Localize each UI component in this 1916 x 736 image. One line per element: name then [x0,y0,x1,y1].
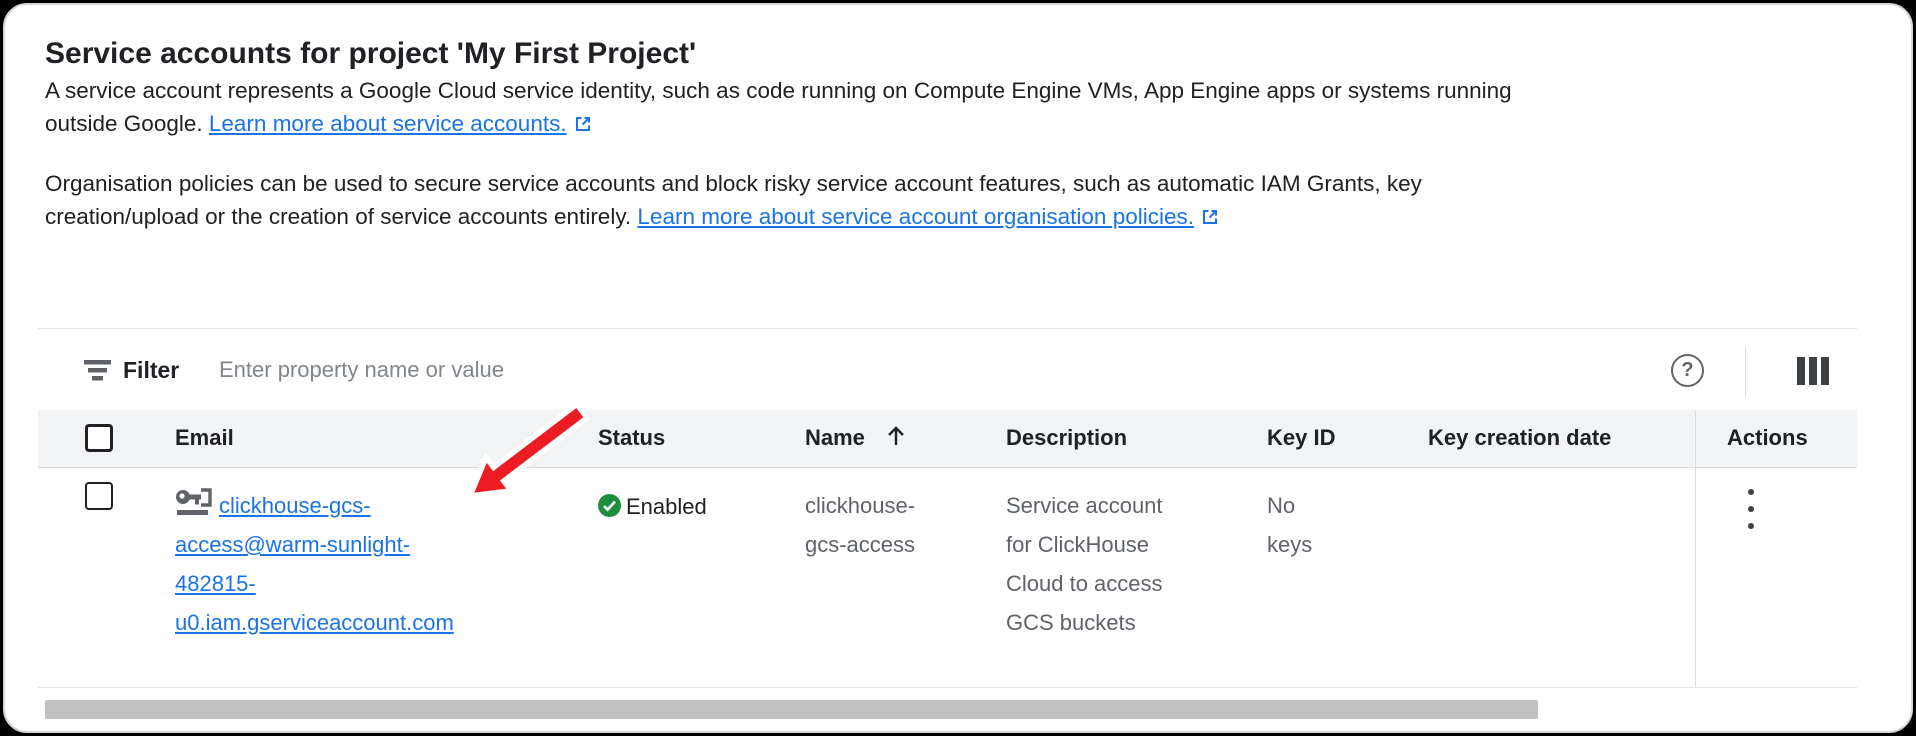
external-link-icon [1201,202,1219,235]
filter-label: Filter [123,357,179,384]
service-accounts-page: Service accounts for project 'My First P… [0,0,1916,736]
column-header-key-creation-date[interactable]: Key creation date [1428,425,1611,451]
email-line: u0.iam.gserviceaccount.com [175,603,454,642]
intro-paragraph: A service account represents a Google Cl… [45,74,1512,142]
column-header-description[interactable]: Description [1006,425,1127,451]
column-display-options-icon[interactable] [1797,357,1829,385]
column-header-status[interactable]: Status [598,425,665,451]
email-line: clickhouse-gcs- [175,486,454,525]
filter-input[interactable] [217,351,1317,389]
filter-icon [83,359,113,386]
email-line: 482815- [175,564,454,603]
row-checkbox[interactable] [85,482,113,510]
help-glyph: ? [1681,359,1693,382]
table-top-border [38,328,1857,329]
column-header-name[interactable]: Name [805,425,865,451]
org-policy-line-2: creation/upload or the creation of servi… [45,200,1422,235]
email-line: access@warm-sunlight- [175,525,454,564]
horizontal-scrollbar-thumb[interactable] [45,700,1538,719]
select-all-checkbox[interactable] [85,424,113,452]
service-account-email-link[interactable]: clickhouse-gcs- access@warm-sunlight- 48… [175,486,454,642]
column-header-actions: Actions [1727,425,1808,451]
row-actions-kebab-icon[interactable] [1742,487,1760,531]
description-cell: Service account for ClickHouse Cloud to … [1006,486,1163,642]
intro-line-1: A service account represents a Google Cl… [45,74,1512,107]
org-policy-paragraph: Organisation policies can be used to sec… [45,167,1422,235]
status-value: Enabled [626,494,707,520]
status-enabled-check-icon [597,493,622,523]
learn-more-service-accounts-link[interactable]: Learn more about service accounts. [209,111,567,136]
org-policy-line-2-text: creation/upload or the creation of servi… [45,204,631,229]
table-bottom-border [38,687,1857,688]
help-icon[interactable]: ? [1671,354,1704,387]
sort-ascending-icon[interactable] [883,423,909,454]
learn-more-org-policies-link[interactable]: Learn more about service account organis… [637,204,1194,229]
name-cell: clickhouse- gcs-access [805,486,915,564]
intro-line-2: outside Google. Learn more about service… [45,107,1512,142]
page-card: Service accounts for project 'My First P… [3,3,1913,733]
external-link-icon [574,109,592,142]
column-header-key-id[interactable]: Key ID [1267,425,1335,451]
key-id-cell: No keys [1267,486,1312,564]
page-title: Service accounts for project 'My First P… [45,37,696,71]
filter-bar-divider [1745,347,1746,397]
actions-column-divider [1695,410,1696,687]
org-policy-line-1: Organisation policies can be used to sec… [45,167,1422,200]
column-header-email[interactable]: Email [175,425,234,451]
intro-line-2-text: outside Google. [45,111,203,136]
